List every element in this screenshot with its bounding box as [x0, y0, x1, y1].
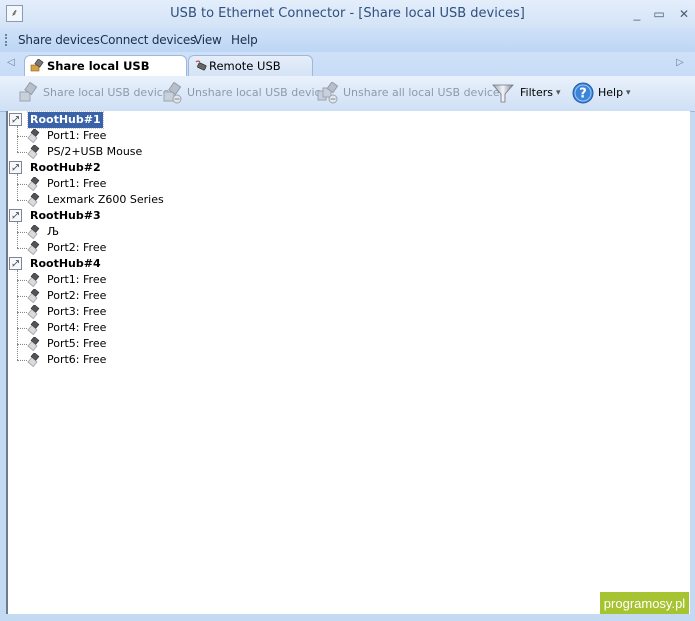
- port-label: Port3: Free: [47, 305, 107, 318]
- maximize-button[interactable]: ▭: [651, 6, 667, 22]
- help-label: Help: [598, 86, 624, 99]
- tree-connector-line: [17, 232, 27, 233]
- roothub-label: RootHub#3: [30, 209, 101, 222]
- menu-grip-handle[interactable]: [5, 34, 9, 46]
- svg-text:?: ?: [579, 87, 587, 102]
- port-label: Port1: Free: [47, 129, 107, 142]
- watermark: programosy.pl: [600, 592, 689, 615]
- tree-connector-line: [17, 280, 27, 281]
- tree-connector-line: [17, 248, 27, 249]
- roothub-label: RootHub#1: [27, 111, 104, 129]
- roothub-icon: [9, 257, 22, 270]
- filters-button[interactable]: Filters ▾: [492, 81, 567, 105]
- usb-plug-icon: [27, 273, 40, 287]
- remote-usb-icon: [195, 60, 207, 71]
- usb-device-tree[interactable]: RootHub#1 Port1: Free PS/2+USB Mouse RootHu…: [6, 111, 690, 615]
- tab-bar: ◁ Share local USB devices Remote USB dev…: [0, 52, 695, 93]
- port-label: Port1: Free: [47, 177, 107, 190]
- usb-plug-icon: [27, 225, 40, 239]
- usb-plug-icon: [27, 193, 40, 207]
- menu-view[interactable]: View: [194, 33, 222, 47]
- menu-bar: Share devices Connect devices View Help: [0, 28, 695, 52]
- roothub-label: RootHub#4: [30, 257, 101, 270]
- unshare-local-usb-device-label: Unshare local USB device: [187, 86, 328, 99]
- close-button[interactable]: ✕: [676, 6, 692, 22]
- roothub-label: RootHub#2: [30, 161, 101, 174]
- title-bar: ⸙ USB to Ethernet Connector - [Share loc…: [0, 0, 695, 28]
- share-local-usb-device-button[interactable]: Share local USB device: [17, 81, 170, 105]
- tree-vertical-line: [17, 270, 18, 360]
- toolbar: Share local USB device Unshare local USB…: [0, 76, 695, 112]
- usb-plug-icon: [27, 241, 40, 255]
- filters-label: Filters: [520, 86, 553, 99]
- roothub-icon: [9, 113, 22, 126]
- port-label: Lexmark Z600 Series: [47, 193, 164, 206]
- menu-share-devices[interactable]: Share devices: [18, 33, 100, 47]
- unshare-device-icon: [163, 82, 182, 104]
- tree-vertical-line: [17, 174, 18, 200]
- port-label: Port5: Free: [47, 337, 107, 350]
- usb-plug-icon: [27, 305, 40, 319]
- unshare-all-local-usb-devices-label: Unshare all local USB devices: [343, 86, 506, 99]
- status-bar: [0, 614, 695, 621]
- tree-connector-line: [17, 296, 27, 297]
- port-label: Љ: [47, 225, 60, 238]
- tab-remote-usb[interactable]: Remote USB devices: [188, 55, 313, 93]
- roothub-icon: [9, 209, 22, 222]
- menu-connect-devices[interactable]: Connect devices: [100, 33, 196, 47]
- share-local-usb-device-label: Share local USB device: [43, 86, 170, 99]
- minimize-button[interactable]: _: [629, 6, 645, 22]
- usb-plug-icon: [27, 177, 40, 191]
- filters-dropdown-icon: ▾: [556, 88, 561, 98]
- tab-share-local-usb[interactable]: Share local USB devices: [24, 55, 187, 93]
- unshare-local-usb-device-button[interactable]: Unshare local USB device: [161, 81, 327, 105]
- tab-scroll-left-button[interactable]: ◁: [7, 57, 15, 68]
- tree-connector-line: [17, 344, 27, 345]
- tree-connector-line: [17, 200, 27, 201]
- tree-connector-line: [17, 184, 27, 185]
- usb-plug-icon: [27, 353, 40, 367]
- roothub-icon: [9, 161, 22, 174]
- share-device-icon: [19, 82, 38, 102]
- port-label: Port2: Free: [47, 241, 107, 254]
- unshare-all-devices-icon: [317, 82, 339, 104]
- tree-connector-line: [17, 360, 27, 361]
- window-title: USB to Ethernet Connector - [Share local…: [170, 6, 525, 21]
- usb-plug-icon: [27, 289, 40, 303]
- tree-connector-line: [17, 312, 27, 313]
- tree-vertical-line: [17, 126, 18, 152]
- help-icon: ?: [572, 82, 594, 104]
- port-label: Port2: Free: [47, 289, 107, 302]
- tree-connector-line: [17, 136, 27, 137]
- usb-plug-icon: [27, 129, 40, 143]
- port-label: Port1: Free: [47, 273, 107, 286]
- unshare-all-local-usb-devices-button[interactable]: Unshare all local USB devices: [317, 81, 505, 105]
- help-dropdown-icon: ▾: [626, 88, 631, 98]
- share-usb-icon: [30, 59, 44, 72]
- tab-scroll-right-button[interactable]: ▷: [676, 57, 684, 68]
- tree-vertical-line: [17, 222, 18, 248]
- usb-plug-icon: [27, 321, 40, 335]
- port-label: Port6: Free: [47, 353, 107, 366]
- menu-help[interactable]: Help: [231, 33, 258, 47]
- tree-connector-line: [17, 152, 27, 153]
- port-label: Port4: Free: [47, 321, 107, 334]
- usb-plug-icon: [27, 337, 40, 351]
- tree-connector-line: [17, 328, 27, 329]
- port-label: PS/2+USB Mouse: [47, 145, 143, 158]
- funnel-icon: [492, 84, 514, 103]
- usb-plug-icon: [27, 145, 40, 159]
- help-button[interactable]: ? Help ▾: [572, 81, 638, 105]
